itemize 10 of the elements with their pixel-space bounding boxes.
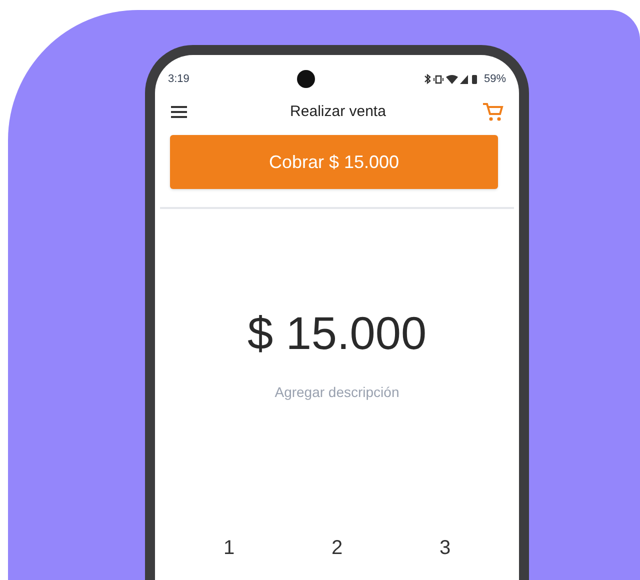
keypad-key[interactable]: 2 (321, 533, 353, 563)
cart-icon[interactable] (482, 102, 504, 122)
keypad-key[interactable]: 3 (429, 533, 461, 563)
battery-percent: 59% (484, 72, 506, 87)
camera-icon (297, 70, 316, 88)
screen-title: Realizar venta (290, 102, 386, 122)
keypad-key[interactable]: 1 (213, 533, 245, 563)
amount-display: $ 15.000 (246, 306, 428, 361)
menu-icon[interactable] (170, 105, 188, 119)
status-time: 3:19 (168, 72, 190, 87)
